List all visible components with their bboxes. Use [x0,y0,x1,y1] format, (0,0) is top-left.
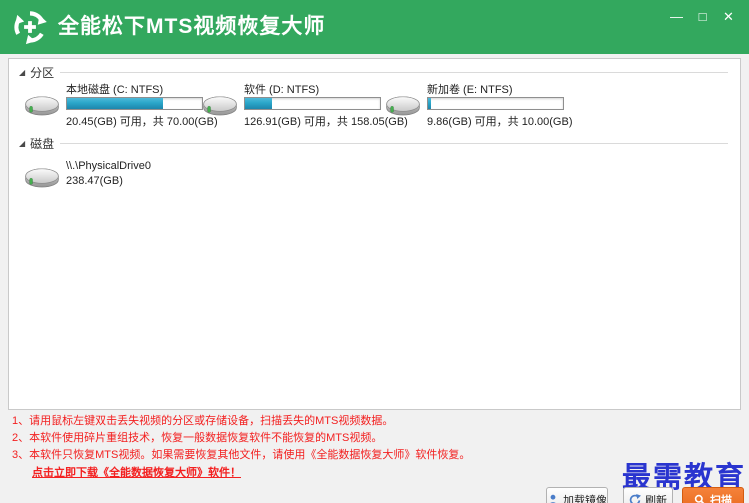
instruction-notes: 1、请用鼠标左键双击丢失视频的分区或存储设备，扫描丢失的MTS视频数据。 2、本… [12,413,470,464]
partitions-section-label: 分区 [30,66,55,80]
usage-bar [66,97,203,110]
note-line-1: 1、请用鼠标左键双击丢失视频的分区或存储设备，扫描丢失的MTS视频数据。 [12,415,394,427]
disk-name: \\.\PhysicalDrive0 [66,160,151,172]
expanded-triangle-icon: ◢ [19,138,26,148]
partition-details: 新加卷 (E: NTFS) 9.86(GB) 可用，共 10.00(GB) [427,81,573,129]
expanded-triangle-icon: ◢ [19,67,26,77]
disk-details: \\.\PhysicalDrive0 238.47(GB) [66,153,151,191]
download-recovery-master-link[interactable]: 点击立即下载《全能数据恢复大师》软件！ [32,464,241,480]
disks-section-label: 磁盘 [30,137,55,151]
partition-capacity: 9.86(GB) 可用，共 10.00(GB) [427,116,573,128]
partition-name: 新加卷 (E: NTFS) [427,84,513,96]
load-image-icon [550,494,556,503]
disk-item-physicaldrive0[interactable]: \\.\PhysicalDrive0 238.47(GB) [22,153,151,191]
refresh-label: 刷新 [645,495,667,503]
usage-bar [244,97,381,110]
window-controls: — □ ✕ [666,7,739,27]
refresh-button[interactable]: 刷新 [623,487,673,503]
partition-item-e[interactable]: 新加卷 (E: NTFS) 9.86(GB) 可用，共 10.00(GB) [383,81,573,129]
usage-bar-fill [245,98,272,109]
partition-capacity: 20.45(GB) 可用，共 70.00(GB) [66,116,218,128]
app-logo-recycle-plus-icon [10,7,50,47]
load-image-label: 加载镜像 [563,495,607,503]
maximize-button[interactable]: □ [692,7,713,27]
load-image-button[interactable]: 加载镜像 [546,487,608,503]
partition-name: 本地磁盘 (C: NTFS) [66,84,164,96]
hard-drive-icon [22,163,62,191]
note-line-2: 2、本软件使用碎片重组技术，恢复一般数据恢复软件不能恢复的MTS视频。 [12,432,383,444]
usage-bar-fill [428,98,431,109]
scan-button[interactable]: 扫描 [682,487,744,503]
section-divider [60,72,728,73]
section-divider [60,143,728,144]
disk-capacity: 238.47(GB) [66,175,123,187]
note-line-3: 3、本软件只恢复MTS视频。如果需要恢复其他文件，请使用《全能数据恢复大师》软件… [12,449,471,461]
device-panel: ◢ 分区 本地磁盘 (C: NTFS) 20.45(GB) 可用，共 70.00… [8,58,741,410]
partitions-section-header[interactable]: ◢ 分区 [19,64,728,81]
partition-name: 软件 (D: NTFS) [244,84,320,96]
disks-section-header[interactable]: ◢ 磁盘 [19,135,728,152]
partition-details: 本地磁盘 (C: NTFS) 20.45(GB) 可用，共 70.00(GB) [66,81,218,129]
partition-details: 软件 (D: NTFS) 126.91(GB) 可用，共 158.05(GB) [244,81,408,129]
partition-capacity: 126.91(GB) 可用，共 158.05(GB) [244,116,408,128]
usage-bar-fill [67,98,163,109]
app-window: 全能松下MTS视频恢复大师 — □ ✕ ◢ 分区 本地磁盘 (C: NTFS) … [0,0,749,503]
title-bar: 全能松下MTS视频恢复大师 — □ ✕ [0,0,749,54]
partition-item-d[interactable]: 软件 (D: NTFS) 126.91(GB) 可用，共 158.05(GB) [200,81,408,129]
scan-label: 扫描 [710,495,732,503]
usage-bar [427,97,564,110]
hard-drive-icon [383,91,423,119]
hard-drive-icon [200,91,240,119]
close-button[interactable]: ✕ [718,7,739,27]
magnifier-icon [694,494,705,503]
app-title: 全能松下MTS视频恢复大师 [58,15,326,38]
minimize-button[interactable]: — [666,7,687,27]
hard-drive-icon [22,91,62,119]
partition-item-c[interactable]: 本地磁盘 (C: NTFS) 20.45(GB) 可用，共 70.00(GB) [22,81,218,129]
refresh-icon [629,494,641,503]
